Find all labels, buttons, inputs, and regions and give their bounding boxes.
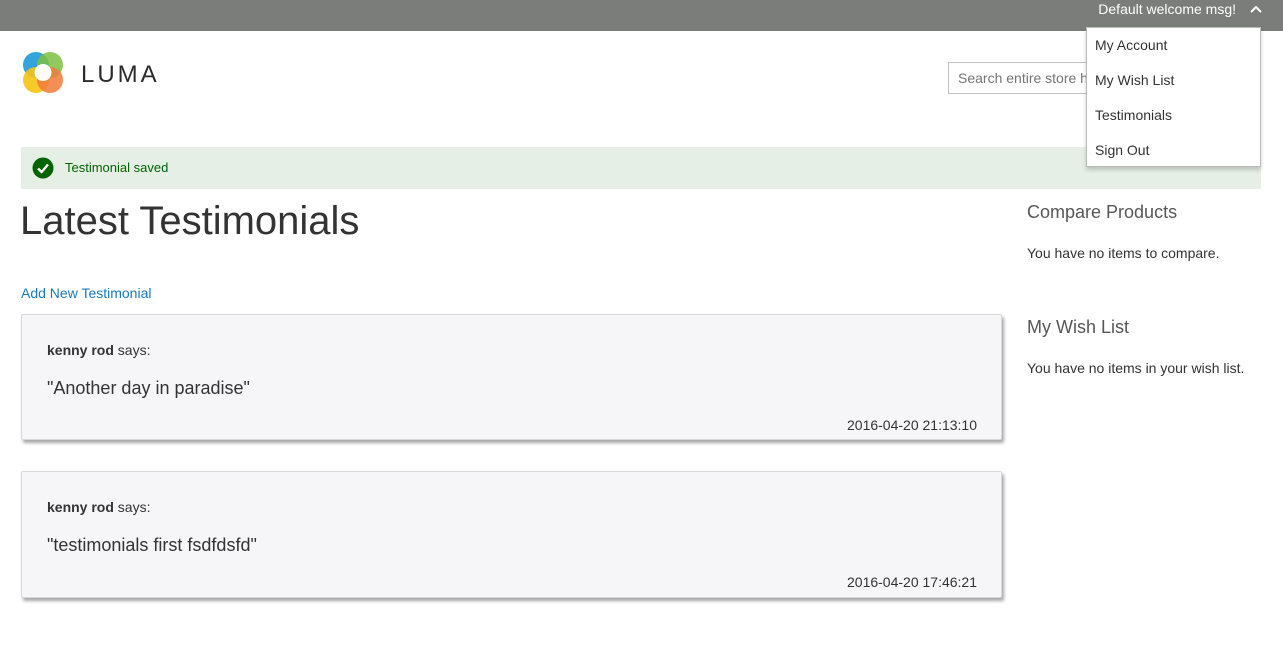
store-logo[interactable]: LUMA	[21, 50, 160, 101]
menu-item-my-wish-list[interactable]: My Wish List	[1095, 71, 1174, 89]
check-circle-icon	[32, 157, 54, 179]
compare-products-title: Compare Products	[1027, 202, 1178, 222]
testimonial-date: 2016-04-20 21:13:10	[847, 417, 977, 433]
page-title: Latest Testimonials	[20, 199, 360, 243]
testimonial-author: kenny rod says:	[47, 342, 150, 359]
message-text: Testimonial saved	[65, 160, 169, 175]
testimonial-author: kenny rod says:	[47, 499, 150, 516]
search-input[interactable]	[948, 62, 1093, 94]
testimonial-quote: "Another day in paradise"	[47, 378, 250, 398]
author-name: kenny rod	[47, 499, 114, 515]
wish-list-empty-text: You have no items in your wish list.	[1027, 360, 1245, 376]
chevron-up-icon[interactable]	[1249, 2, 1263, 16]
luma-logo-icon	[21, 50, 65, 101]
menu-item-sign-out[interactable]: Sign Out	[1095, 141, 1149, 159]
account-dropdown: My Account My Wish List Testimonials Sig…	[1086, 27, 1261, 167]
compare-empty-text: You have no items to compare.	[1027, 245, 1220, 261]
welcome-message[interactable]: Default welcome msg!	[1098, 0, 1236, 20]
wish-list-title: My Wish List	[1027, 317, 1130, 337]
testimonial-date: 2016-04-20 17:46:21	[847, 574, 977, 590]
brand-name: LUMA	[81, 61, 160, 88]
testimonial-card: kenny rod says: "Another day in paradise…	[21, 314, 1002, 440]
says-label: says:	[117, 342, 151, 358]
says-label: says:	[117, 499, 151, 515]
menu-item-testimonials[interactable]: Testimonials	[1095, 106, 1172, 124]
testimonial-quote: "testimonials first fsdfdsfd"	[47, 535, 257, 555]
menu-item-my-account[interactable]: My Account	[1095, 36, 1167, 54]
add-testimonial-link[interactable]: Add New Testimonial	[21, 285, 151, 302]
success-message: Testimonial saved	[21, 147, 1261, 189]
author-name: kenny rod	[47, 342, 114, 358]
testimonial-card: kenny rod says: "testimonials first fsdf…	[21, 471, 1002, 598]
dropdown-caret	[1236, 21, 1248, 28]
